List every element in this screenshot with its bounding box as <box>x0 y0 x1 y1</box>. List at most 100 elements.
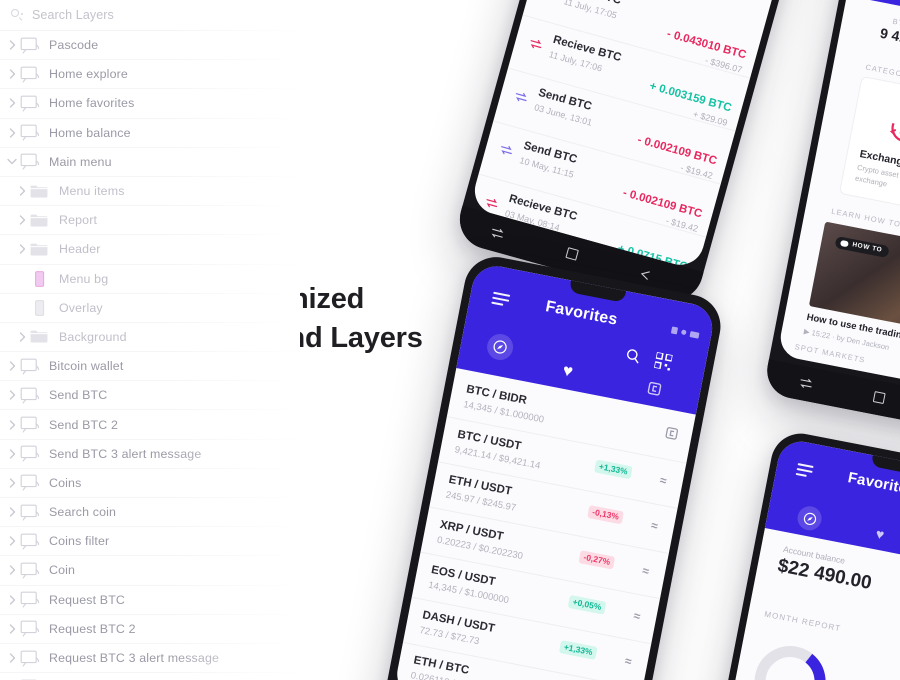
change-badge: +1,33% <box>558 640 598 660</box>
layer-row[interactable]: Home balance <box>0 119 300 148</box>
search-icon <box>10 8 24 22</box>
chevron-right-icon[interactable] <box>4 592 20 608</box>
chevron-right-icon[interactable] <box>4 562 20 578</box>
chevron-right-icon[interactable] <box>14 183 30 199</box>
sparkline-icon: ≈ <box>623 653 633 669</box>
layer-name: Coins filter <box>49 534 110 549</box>
layer-row[interactable]: Main menu <box>0 148 300 177</box>
layer-row[interactable]: Home explore <box>0 60 300 90</box>
sparkline-icon: ≈ <box>632 608 642 624</box>
home-icon[interactable] <box>872 391 886 405</box>
layer-name: Pascode <box>49 38 99 53</box>
rect-pink-icon <box>30 270 52 288</box>
chevron-right-icon[interactable] <box>4 504 20 520</box>
chevron-right-icon[interactable] <box>4 621 20 637</box>
layer-name: Header <box>59 242 101 257</box>
layer-row[interactable]: Overlay <box>0 294 300 323</box>
exchange-category-card[interactable]: B Exchange Crypto asset exchange <box>838 75 900 214</box>
layer-row[interactable]: Search coin <box>0 498 300 528</box>
layer-row[interactable]: Send BTC <box>0 381 300 411</box>
chevron-right-icon[interactable] <box>4 387 20 403</box>
exchange-screen: BTC / USDT 9 419.78 CATEGORIES B Exchang… <box>776 0 900 398</box>
layer-name: Request BTC <box>49 592 126 607</box>
layer-row[interactable]: Coins filter <box>0 527 300 557</box>
chevron-right-icon[interactable] <box>14 241 30 257</box>
chevron-right-icon[interactable] <box>4 66 20 82</box>
change-badge: +1,33% <box>593 459 633 480</box>
folder-icon <box>30 211 52 229</box>
layer-name: Request BTC 3 alert message <box>49 651 220 666</box>
transaction-amount: - 0.002109 BTC <box>636 134 719 168</box>
layer-name: Home favorites <box>49 96 135 111</box>
sparkline-icon: ≈ <box>658 473 668 489</box>
sparkline-icon: ≈ <box>649 518 660 534</box>
search-layers-row[interactable] <box>0 0 300 31</box>
layer-row[interactable]: Coins <box>0 469 300 498</box>
screenshot-root: Send BTC11 July, 17:05- 0.043010 BTC- $3… <box>0 0 900 680</box>
chevron-right-icon[interactable] <box>4 37 20 53</box>
layer-row[interactable]: Menu bg <box>0 265 300 294</box>
artboard-icon <box>20 153 42 171</box>
recents-icon[interactable] <box>489 226 505 240</box>
chevron-right-icon[interactable] <box>4 475 20 491</box>
layer-name: Send BTC 2 <box>49 417 118 432</box>
home-icon[interactable] <box>565 247 579 261</box>
layer-row[interactable]: Home favorites <box>0 89 300 119</box>
layer-name: Bitcoin wallet <box>49 359 124 374</box>
layer-row[interactable]: Coin <box>0 556 300 586</box>
layer-row[interactable]: Request BTC 2 <box>0 615 300 644</box>
layer-row[interactable]: Send BTC 2 <box>0 410 300 440</box>
layer-list[interactable]: Pascode Home explore Home favorites Home ba… <box>0 31 300 680</box>
send-arrow-icon <box>542 0 559 2</box>
play-small-icon: ▶ <box>803 326 811 337</box>
layer-row[interactable]: Request BTC <box>0 586 300 615</box>
chevron-right-icon[interactable] <box>4 417 20 433</box>
layer-name: Coins <box>49 475 82 490</box>
hamburger-icon[interactable] <box>795 463 814 481</box>
artboard-icon <box>20 386 42 404</box>
chevron-right-icon[interactable] <box>4 95 20 111</box>
layer-row[interactable]: Send BTC 3 alert message <box>0 440 300 469</box>
change-badge: +0,05% <box>567 594 607 615</box>
layer-name: Request BTC 2 <box>49 621 136 636</box>
layer-row[interactable]: Background <box>0 323 300 353</box>
chevron-right-icon[interactable] <box>4 125 20 141</box>
hamburger-icon[interactable] <box>491 291 511 310</box>
layer-name: Background <box>59 329 127 344</box>
change-badge: -0,13% <box>587 505 624 525</box>
chevron-down-icon[interactable] <box>4 154 20 170</box>
layer-row[interactable]: Report <box>0 206 300 236</box>
search-input[interactable] <box>32 8 232 22</box>
folder-icon <box>30 240 52 258</box>
artboard-icon <box>20 532 42 550</box>
phone-balance: Favorites ♥ Account balance $22 490.00 W… <box>687 428 900 680</box>
layer-row[interactable]: Bitcoin wallet <box>0 352 300 382</box>
artboard-icon <box>20 445 42 463</box>
chevron-right-icon[interactable] <box>4 446 20 462</box>
layer-row[interactable]: BTC Address <box>0 673 300 680</box>
category-subtitle: Crypto asset exchange <box>854 162 900 189</box>
layer-name: Main menu <box>49 154 112 169</box>
layer-name: Coin <box>49 563 76 578</box>
month-report-label: MONTH REPORT <box>763 609 842 634</box>
layer-row[interactable]: Pascode <box>0 31 300 61</box>
layer-row[interactable]: Request BTC 3 alert message <box>0 644 300 674</box>
transaction-list[interactable]: Send BTC11 July, 17:05- 0.043010 BTC- $3… <box>469 0 765 271</box>
recents-icon[interactable] <box>798 377 814 390</box>
artboard-icon <box>20 94 42 112</box>
chevron-right-icon[interactable] <box>4 533 20 549</box>
chevron-right-icon[interactable] <box>14 212 30 228</box>
sparkline-icon: ≈ <box>641 563 651 579</box>
artboard-icon <box>20 357 42 375</box>
artboard-icon <box>20 65 42 83</box>
layer-name: Overlay <box>59 300 103 315</box>
back-icon[interactable] <box>637 267 652 282</box>
layer-row[interactable]: Menu items <box>0 177 300 207</box>
chevron-right-icon[interactable] <box>14 329 30 345</box>
chevron-right-icon[interactable] <box>4 358 20 374</box>
howto-pill: HOW TO <box>834 235 890 259</box>
layer-row[interactable]: Header <box>0 235 300 265</box>
chevron-right-icon[interactable] <box>4 650 20 666</box>
transaction-amount: - 0.002109 BTC <box>621 187 704 221</box>
artboard-icon <box>20 620 42 638</box>
